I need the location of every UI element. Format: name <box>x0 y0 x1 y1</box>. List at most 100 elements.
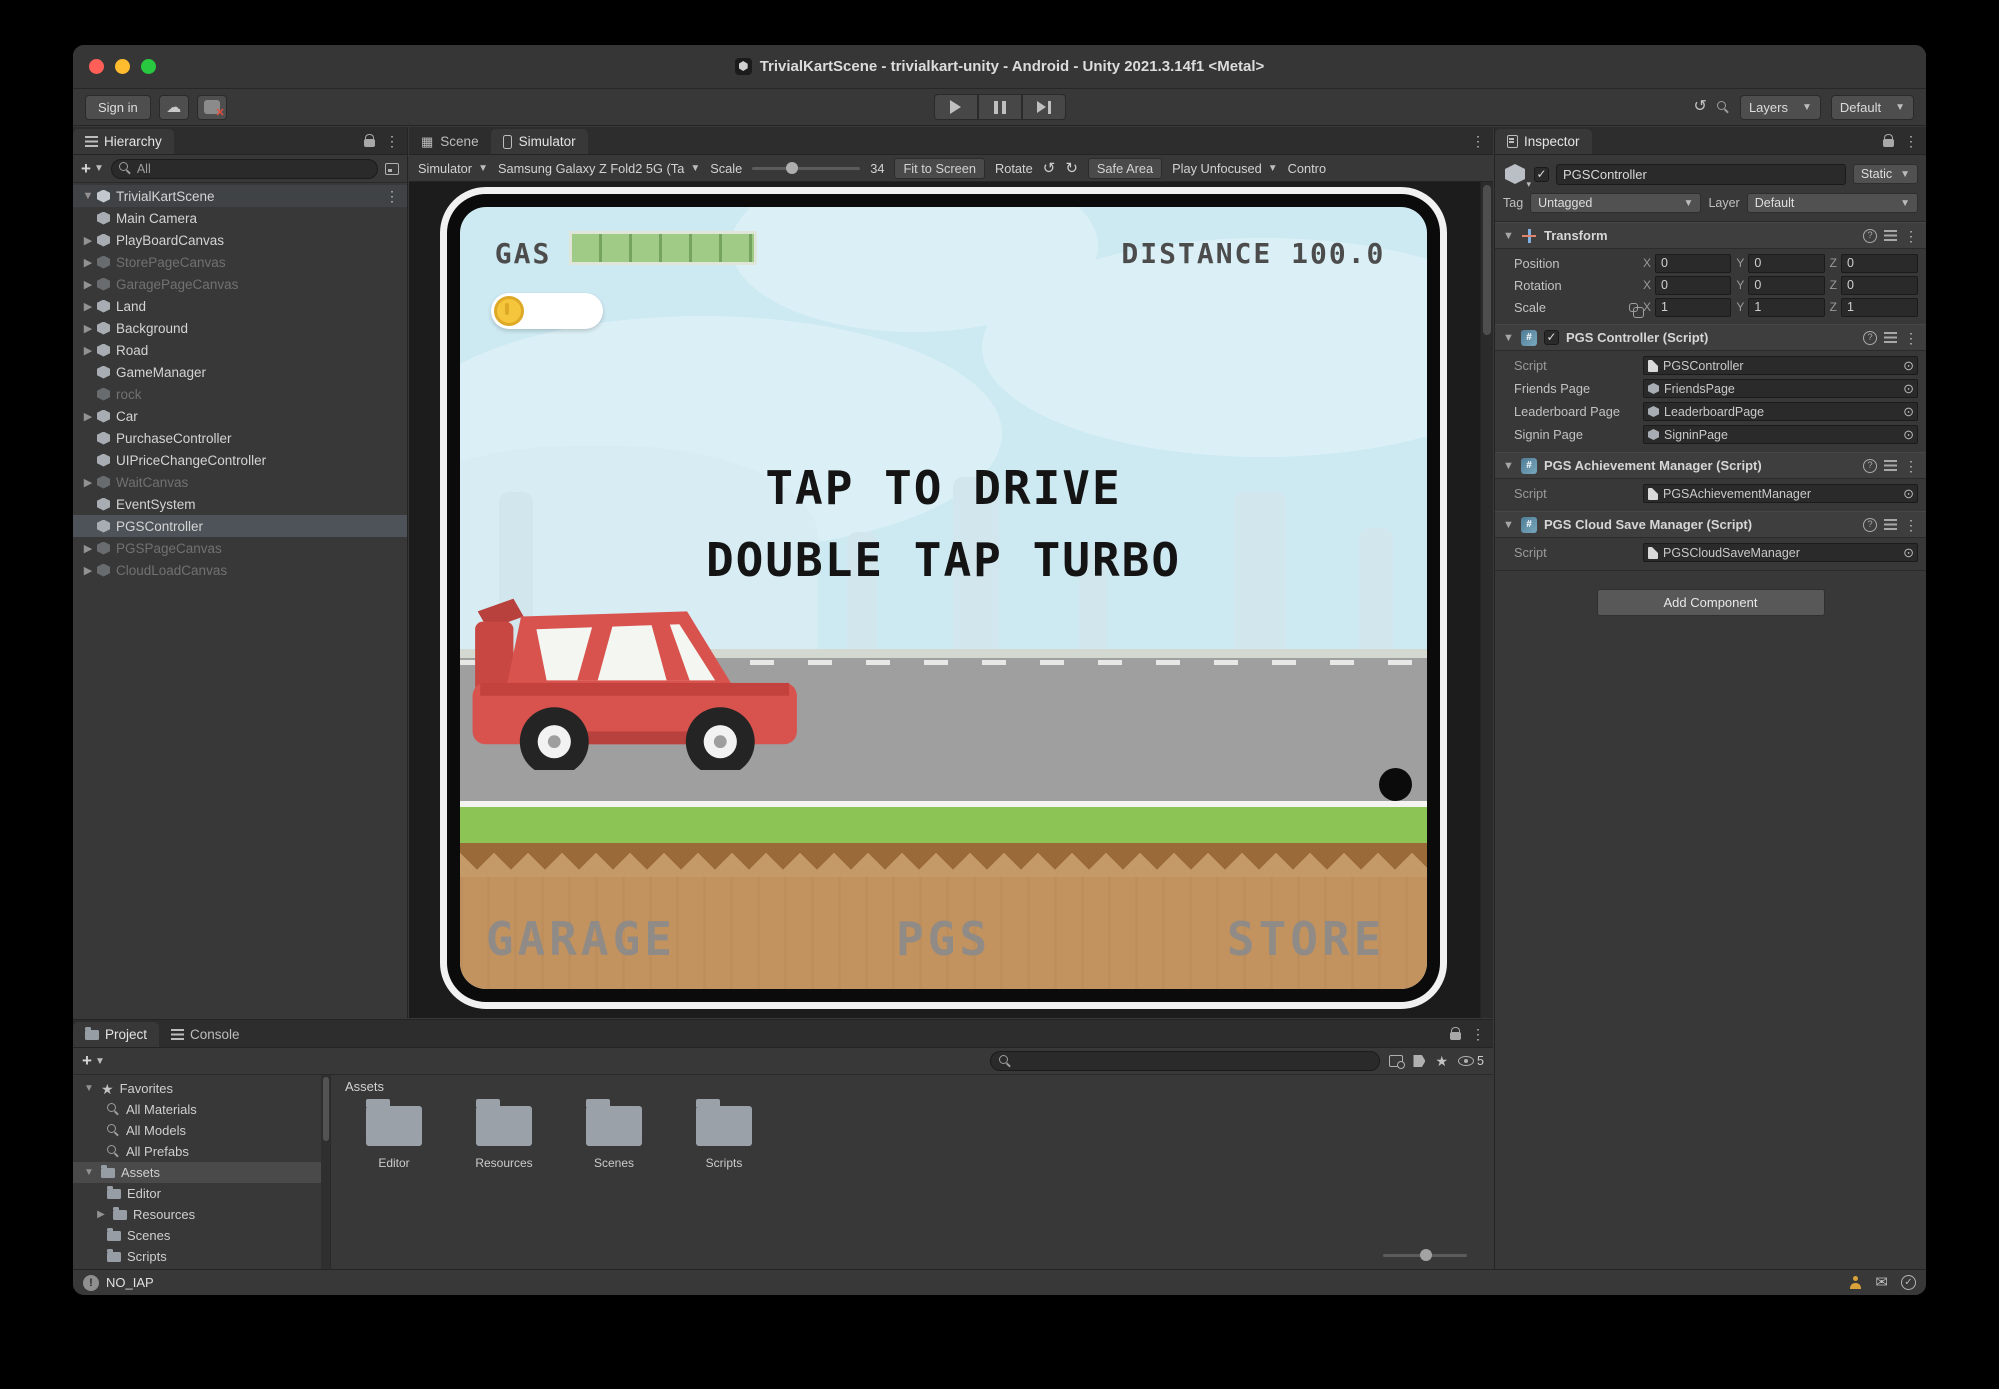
tag-dropdown[interactable]: Untagged ▼ <box>1530 193 1701 213</box>
tree-item[interactable]: ▶WaitCanvas <box>73 471 407 493</box>
create-asset-button[interactable]: +▼ <box>82 1051 105 1071</box>
object-picker-icon[interactable]: ⊙ <box>1903 382 1914 395</box>
tree-item[interactable]: rock <box>73 383 407 405</box>
foldout-open-icon[interactable]: ▼ <box>83 1167 95 1178</box>
layout-dropdown[interactable]: Default ▼ <box>1831 95 1914 120</box>
object-picker-icon[interactable]: ⊙ <box>1903 405 1914 418</box>
tree-item[interactable]: ▶CloudLoadCanvas <box>73 559 407 581</box>
tab-console[interactable]: Console <box>159 1022 252 1047</box>
gameobject-name-field[interactable]: PGSController <box>1556 164 1846 185</box>
help-icon[interactable]: ? <box>1863 459 1877 473</box>
kebab-menu-icon[interactable]: ⋮ <box>1904 331 1918 345</box>
tree-item-scene[interactable]: ▼ TrivialKartScene ⋮ <box>73 185 407 207</box>
foldout-icon[interactable]: ▶ <box>81 322 95 335</box>
hidden-packages-toggle[interactable]: 5 <box>1458 1054 1484 1068</box>
kebab-menu-icon[interactable]: ⋮ <box>1904 518 1918 532</box>
tab-simulator[interactable]: Simulator <box>491 129 588 154</box>
tree-item[interactable]: ▶StorePageCanvas <box>73 251 407 273</box>
rotation-y-field[interactable]: 0 <box>1748 276 1824 295</box>
active-checkbox[interactable] <box>1534 167 1549 182</box>
position-z-field[interactable]: 0 <box>1841 254 1918 273</box>
kebab-menu-icon[interactable]: ⋮ <box>1471 134 1485 148</box>
coin-toggle[interactable] <box>491 293 603 329</box>
help-icon[interactable]: ? <box>1863 518 1877 532</box>
foldout-icon[interactable]: ▶ <box>81 278 95 291</box>
position-x-field[interactable]: 0 <box>1655 254 1731 273</box>
kebab-menu-icon[interactable]: ⋮ <box>1471 1027 1485 1041</box>
store-nav-button[interactable]: STORE <box>1227 912 1385 966</box>
tab-inspector[interactable]: Inspector <box>1495 129 1592 154</box>
play-unfocused-dropdown[interactable]: Play Unfocused ▼ <box>1172 161 1278 176</box>
kebab-menu-icon[interactable]: ⋮ <box>1904 459 1918 473</box>
step-button[interactable] <box>1022 94 1066 120</box>
tab-hierarchy[interactable]: Hierarchy <box>73 129 174 154</box>
foldout-icon[interactable]: ▶ <box>81 300 95 313</box>
favorites-root[interactable]: ▼ ★ Favorites <box>73 1078 330 1099</box>
tree-item[interactable]: ▶Road <box>73 339 407 361</box>
object-picker-icon[interactable]: ⊙ <box>1903 428 1914 441</box>
scale-slider[interactable] <box>752 167 860 170</box>
object-picker-icon[interactable]: ⊙ <box>1903 546 1914 559</box>
foldout-icon[interactable]: ▶ <box>81 542 95 555</box>
foldout-icon[interactable]: ▶ <box>95 1209 107 1220</box>
rotate-cw-icon[interactable]: ↻ <box>1065 159 1078 177</box>
presets-icon[interactable] <box>1884 460 1897 471</box>
collab-user-icon[interactable] <box>1849 1276 1862 1289</box>
folder-item-editor[interactable]: Editor <box>73 1183 330 1204</box>
layers-dropdown[interactable]: Layers ▼ <box>1740 95 1821 120</box>
foldout-icon[interactable]: ▶ <box>81 256 95 269</box>
scale-z-field[interactable]: 1 <box>1841 298 1918 317</box>
play-button[interactable] <box>934 94 978 120</box>
object-picker-icon[interactable]: ⊙ <box>1903 359 1914 372</box>
scale-y-field[interactable]: 1 <box>1748 298 1824 317</box>
lock-icon[interactable] <box>1450 1032 1461 1040</box>
folder-item-resources[interactable]: ▶Resources <box>73 1204 330 1225</box>
search-by-label-icon[interactable] <box>1413 1055 1425 1067</box>
tree-item[interactable]: ▶Land <box>73 295 407 317</box>
favorites-star-icon[interactable]: ★ <box>1435 1054 1448 1068</box>
device-dropdown[interactable]: Samsung Galaxy Z Fold2 5G (Ta ▼ <box>498 161 700 176</box>
game-screen[interactable]: GAS DISTANCE 100.0 TAP TO DRIVE DOUBLE T… <box>460 207 1427 989</box>
component-header[interactable]: ▼ # PGS Cloud Save Manager (Script) ? ⋮ <box>1495 511 1926 538</box>
link-scale-icon[interactable] <box>1629 303 1638 312</box>
console-message-icon[interactable]: ! <box>83 1275 99 1291</box>
foldout-icon[interactable]: ▶ <box>81 476 95 489</box>
pause-button[interactable] <box>978 94 1022 120</box>
script-object-field[interactable]: PGSCloudSaveManager ⊙ <box>1643 543 1918 562</box>
kebab-menu-icon[interactable]: ⋮ <box>1904 229 1918 243</box>
fit-to-screen-button[interactable]: Fit to Screen <box>894 158 985 179</box>
scene-picker-icon[interactable] <box>385 163 399 175</box>
tree-item-selected[interactable]: PGSController <box>73 515 407 537</box>
notifications-icon[interactable]: ✉ <box>1875 1275 1888 1290</box>
foldout-icon[interactable]: ▶ <box>81 234 95 247</box>
component-enabled-checkbox[interactable] <box>1544 330 1559 345</box>
zoom-window-button[interactable] <box>141 59 156 74</box>
search-by-type-icon[interactable] <box>1389 1055 1403 1067</box>
asset-folder-scripts[interactable]: Scripts <box>691 1106 757 1170</box>
rotate-ccw-icon[interactable]: ↺ <box>1043 159 1056 177</box>
static-dropdown[interactable]: Static ▼ <box>1853 164 1918 184</box>
tree-item[interactable]: ▶Car <box>73 405 407 427</box>
rotation-x-field[interactable]: 0 <box>1655 276 1731 295</box>
folder-item-scripts[interactable]: Scripts <box>73 1246 330 1267</box>
kebab-menu-icon[interactable]: ⋮ <box>385 188 399 205</box>
foldout-open-icon[interactable]: ▼ <box>1503 332 1514 344</box>
search-icon[interactable] <box>1717 101 1730 114</box>
cloud-services-button[interactable]: ☁ <box>159 95 189 120</box>
presets-icon[interactable] <box>1884 230 1897 241</box>
add-component-button[interactable]: Add Component <box>1597 589 1825 616</box>
script-object-field[interactable]: PGSController ⊙ <box>1643 356 1918 375</box>
foldout-open-icon[interactable]: ▼ <box>81 190 95 202</box>
presets-icon[interactable] <box>1884 519 1897 530</box>
minimize-window-button[interactable] <box>115 59 130 74</box>
foldout-open-icon[interactable]: ▼ <box>83 1083 95 1094</box>
folder-item-scenes[interactable]: Scenes <box>73 1225 330 1246</box>
undo-history-icon[interactable]: ↺ <box>1694 99 1707 115</box>
project-search-input[interactable] <box>990 1051 1380 1071</box>
safe-area-button[interactable]: Safe Area <box>1088 158 1162 179</box>
foldout-icon[interactable]: ▶ <box>81 564 95 577</box>
script-object-field[interactable]: PGSAchievementManager ⊙ <box>1643 484 1918 503</box>
scale-x-field[interactable]: 1 <box>1655 298 1731 317</box>
collab-error-button[interactable] <box>197 95 227 120</box>
asset-folder-scenes[interactable]: Scenes <box>581 1106 647 1170</box>
